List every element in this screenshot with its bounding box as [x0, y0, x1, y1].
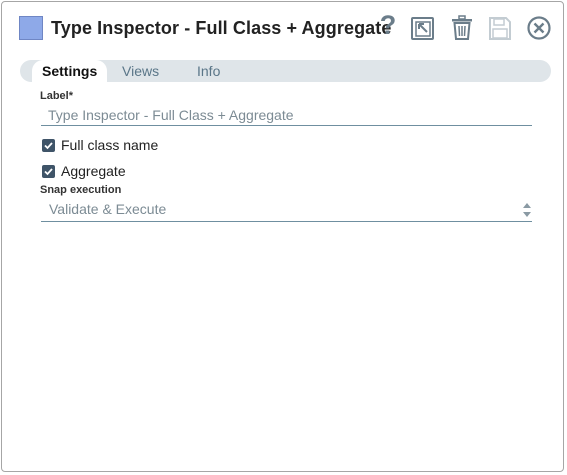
tab-settings[interactable]: Settings	[32, 60, 108, 82]
full-class-name-label: Full class name	[61, 137, 159, 153]
snap-execution-select[interactable]: Validate & Execute	[41, 198, 532, 222]
tab-views[interactable]: Views	[122, 60, 159, 82]
close-icon[interactable]	[526, 14, 552, 42]
aggregate-checkbox-row[interactable]: Aggregate	[42, 162, 126, 180]
aggregate-label: Aggregate	[61, 163, 126, 179]
aggregate-checkbox[interactable]	[42, 164, 55, 178]
snap-settings-dialog: Type Inspector - Full Class + Aggregate …	[1, 1, 564, 472]
full-class-name-checkbox-row[interactable]: Full class name	[42, 136, 158, 154]
save-icon[interactable]	[487, 14, 513, 42]
dialog-title: Type Inspector - Full Class + Aggregate	[51, 18, 392, 38]
snap-execution-label: Snap execution	[40, 184, 122, 196]
snap-execution-value: Validate & Execute	[49, 201, 167, 217]
help-icon[interactable]: ?	[377, 10, 399, 40]
select-arrows-icon	[523, 203, 531, 217]
tab-info[interactable]: Info	[197, 60, 220, 82]
snap-color-swatch	[19, 16, 43, 40]
label-input[interactable]: Type Inspector - Full Class + Aggregate	[41, 104, 532, 126]
full-class-name-checkbox[interactable]	[42, 138, 55, 152]
label-field-label: Label*	[40, 90, 74, 102]
tab-bar: Settings Views Info	[20, 60, 551, 82]
delete-icon[interactable]	[449, 14, 475, 42]
dialog-header: Type Inspector - Full Class + Aggregate …	[2, 2, 563, 56]
export-icon[interactable]	[410, 14, 436, 42]
